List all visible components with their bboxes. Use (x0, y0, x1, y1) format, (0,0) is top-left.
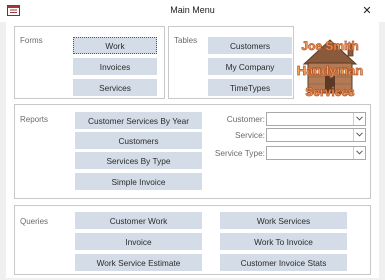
work-form-button[interactable]: Work (73, 37, 157, 54)
work-services-query-button[interactable]: Work Services (220, 212, 347, 229)
work-service-estimate-query-button[interactable]: Work Service Estimate (75, 254, 202, 271)
services-by-type-report-button[interactable]: Services By Type (75, 152, 202, 169)
chevron-down-icon[interactable] (353, 147, 365, 159)
window-title: Main Menu (170, 5, 215, 15)
forms-label: Forms (20, 36, 43, 45)
chevron-down-icon[interactable] (353, 129, 365, 141)
service-filter-label: Service: (235, 130, 265, 140)
work-to-invoice-query-button[interactable]: Work To Invoice (220, 233, 347, 250)
reports-label: Reports (20, 115, 49, 124)
timetypes-table-button[interactable]: TimeTypes (208, 79, 292, 96)
title-bar: Main Menu ✕ (0, 0, 385, 22)
service-type-filter-label: Service Type: (214, 148, 265, 158)
invoice-query-button[interactable]: Invoice (75, 233, 202, 250)
simple-invoice-report-button[interactable]: Simple Invoice (75, 173, 202, 190)
logo-line-2: Handyman (297, 63, 364, 78)
close-icon: ✕ (362, 5, 372, 17)
chevron-down-icon[interactable] (353, 113, 365, 125)
close-button[interactable]: ✕ (352, 2, 382, 20)
service-type-filter-combo[interactable] (266, 146, 366, 160)
company-logo: Joe Smith Handyman Services (296, 30, 364, 102)
logo-line-1: Joe Smith (301, 39, 358, 53)
services-form-button[interactable]: Services (73, 79, 157, 96)
customer-work-query-button[interactable]: Customer Work (75, 212, 202, 229)
queries-label: Queries (20, 217, 49, 226)
customer-services-by-year-report-button[interactable]: Customer Services By Year (75, 112, 202, 129)
tables-label: Tables (174, 36, 198, 45)
customers-report-button[interactable]: Customers (75, 132, 202, 149)
invoices-form-button[interactable]: Invoices (73, 58, 157, 75)
customer-invoice-stats-query-button[interactable]: Customer Invoice Stats (220, 254, 347, 271)
customer-filter-combo[interactable] (266, 112, 366, 126)
customer-filter-label: Customer: (226, 114, 265, 124)
my-company-table-button[interactable]: My Company (208, 58, 292, 75)
logo-line-3: Services (305, 85, 355, 99)
customers-table-button[interactable]: Customers (208, 37, 292, 54)
service-filter-combo[interactable] (266, 128, 366, 142)
